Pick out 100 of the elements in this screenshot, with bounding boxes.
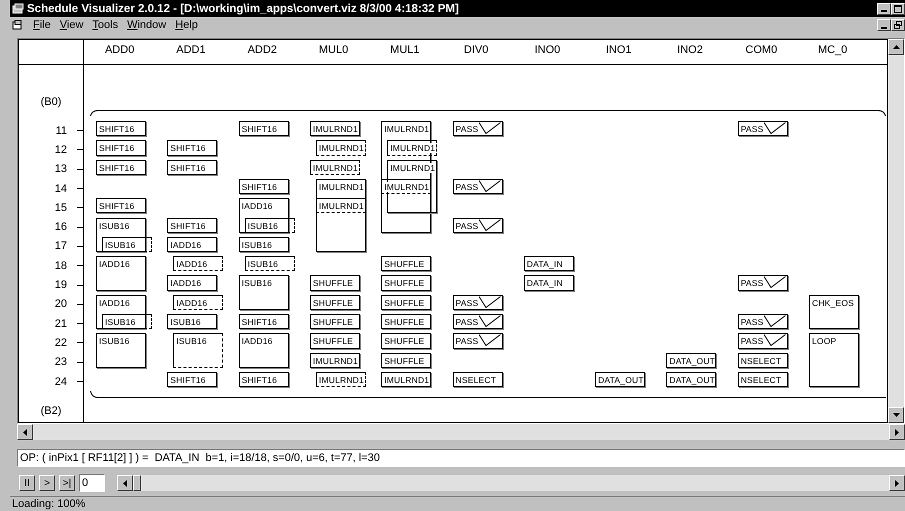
- operation-node[interactable]: SHIFT16: [238, 372, 289, 388]
- operation-node[interactable]: SHUFFLE: [381, 294, 432, 310]
- operation-node[interactable]: SHIFT16: [167, 160, 218, 175]
- maximize-button[interactable]: [891, 2, 905, 14]
- step-button[interactable]: >|: [59, 475, 75, 491]
- operation-node[interactable]: SHIFT16: [96, 198, 146, 214]
- operation-field[interactable]: OP: ( inPix1 [ RF11[2] ] ) = DATA_IN b=1, i=18/18, s=0/0, u=6, t=77, l=30: [17, 449, 905, 467]
- pass-node[interactable]: PASS: [452, 178, 502, 194]
- pause-button[interactable]: II: [19, 475, 35, 491]
- operation-node[interactable]: IMULRND1: [316, 372, 366, 388]
- row-label: 20: [54, 298, 67, 310]
- timeline-slider[interactable]: [117, 475, 905, 491]
- scroll-down-button[interactable]: [888, 407, 904, 423]
- operation-node[interactable]: IMULRND1: [381, 178, 432, 194]
- operation-node[interactable]: IADD16: [238, 333, 289, 368]
- operation-node[interactable]: ISUB16: [244, 218, 295, 233]
- operation-node[interactable]: ISUB16: [102, 314, 152, 330]
- operation-node[interactable]: SHUFFLE: [310, 275, 360, 291]
- operation-node[interactable]: SHIFT16: [96, 140, 146, 156]
- operation-node[interactable]: ISUB16: [173, 333, 224, 368]
- operation-node[interactable]: SHUFFLE: [310, 314, 360, 330]
- operation-node[interactable]: IMULRND1: [310, 352, 360, 368]
- menu-item[interactable]: Help: [175, 19, 198, 31]
- menu-item[interactable]: Window: [127, 19, 166, 31]
- minimize-button[interactable]: [877, 2, 891, 14]
- pass-node[interactable]: PASS: [452, 294, 502, 310]
- operation-node[interactable]: IADD16: [173, 294, 224, 310]
- pass-node[interactable]: PASS: [738, 314, 788, 330]
- operation-node[interactable]: IADD16: [173, 256, 224, 272]
- operation-node[interactable]: SHIFT16: [167, 140, 218, 156]
- pass-node[interactable]: PASS: [452, 218, 502, 233]
- operation-node[interactable]: IMULRND1: [381, 372, 432, 388]
- operation-node[interactable]: IMULRND1: [387, 140, 438, 156]
- operation-node[interactable]: ISUB16: [167, 314, 218, 330]
- column-header: ADD0: [104, 43, 136, 58]
- operation-node[interactable]: SHIFT16: [238, 314, 289, 330]
- operation-node[interactable]: SHUFFLE: [381, 314, 432, 330]
- operation-label: IADD16: [176, 298, 208, 308]
- operation-node[interactable]: SHIFT16: [167, 372, 218, 388]
- operation-node[interactable]: ISUB16: [96, 333, 146, 368]
- operation-node[interactable]: CHK_EOS: [809, 294, 859, 330]
- operation-node[interactable]: NSELECT: [738, 352, 788, 368]
- column-header: DIV0: [462, 43, 490, 58]
- frame-field[interactable]: 0: [79, 474, 105, 492]
- vertical-scrollbar[interactable]: [888, 39, 904, 423]
- operation-node[interactable]: SHUFFLE: [381, 352, 432, 368]
- pass-node[interactable]: PASS: [452, 121, 502, 136]
- operation-label: ISUB16: [99, 336, 130, 346]
- operation-node[interactable]: IMULRND1: [310, 121, 360, 136]
- operation-node[interactable]: DATA_IN: [524, 256, 574, 272]
- operation-node[interactable]: IMULRND1: [310, 160, 360, 175]
- operation-label: PASS: [740, 278, 764, 288]
- operation-label: PASS: [456, 220, 478, 230]
- operation-node[interactable]: SHUFFLE: [310, 294, 360, 310]
- slider-thumb[interactable]: [133, 475, 141, 491]
- scroll-left-button[interactable]: [17, 424, 33, 440]
- document-icon[interactable]: [12, 20, 24, 30]
- pass-node[interactable]: PASS: [738, 333, 788, 349]
- operation-node[interactable]: DATA_OUT: [666, 372, 716, 388]
- operation-node[interactable]: SHUFFLE: [310, 333, 360, 349]
- up-arrow-icon: [892, 45, 900, 49]
- menu-item[interactable]: Tools: [92, 19, 118, 31]
- operation-node[interactable]: IADD16: [167, 275, 218, 291]
- operation-node[interactable]: SHIFT16: [238, 178, 289, 194]
- operation-node[interactable]: NSELECT: [738, 372, 788, 388]
- operation-node[interactable]: DATA_OUT: [666, 352, 716, 368]
- operation-node[interactable]: SHIFT16: [96, 160, 146, 175]
- operation-node[interactable]: SHUFFLE: [381, 333, 432, 349]
- scroll-right-button[interactable]: [889, 424, 905, 440]
- pass-node[interactable]: PASS: [452, 333, 502, 349]
- operation-node[interactable]: ISUB16: [238, 275, 289, 310]
- operation-node[interactable]: IMULRND1: [316, 198, 366, 214]
- operation-node[interactable]: DATA_OUT: [595, 372, 646, 388]
- operation-node[interactable]: SHIFT16: [96, 121, 146, 136]
- menu-item[interactable]: View: [60, 19, 84, 31]
- menu-item[interactable]: File: [33, 19, 51, 31]
- operation-node[interactable]: ISUB16: [244, 256, 295, 272]
- operation-label: IADD16: [170, 278, 202, 288]
- operation-node[interactable]: SHIFT16: [167, 218, 218, 233]
- minimize-button[interactable]: [877, 19, 891, 31]
- operation-node[interactable]: DATA_IN: [524, 275, 574, 291]
- operation-node[interactable]: ISUB16: [102, 236, 152, 252]
- play-button[interactable]: >: [39, 475, 55, 491]
- scroll-up-button[interactable]: [888, 39, 904, 55]
- operation-node[interactable]: SHUFFLE: [381, 275, 432, 291]
- operation-node[interactable]: NSELECT: [452, 372, 502, 388]
- operation-node[interactable]: SHUFFLE: [381, 256, 432, 272]
- operation-node[interactable]: IADD16: [96, 256, 146, 291]
- operation-node[interactable]: ISUB16: [238, 236, 289, 252]
- pass-node[interactable]: PASS: [738, 275, 788, 291]
- operation-node[interactable]: SHIFT16: [238, 121, 289, 136]
- scroll-right-button[interactable]: [889, 475, 905, 491]
- restore-button[interactable]: [891, 19, 905, 31]
- operation-node[interactable]: LOOP: [809, 333, 859, 388]
- horizontal-scrollbar[interactable]: [17, 424, 905, 440]
- operation-node[interactable]: IMULRND1: [316, 140, 366, 156]
- operation-node[interactable]: IADD16: [167, 236, 218, 252]
- pass-node[interactable]: PASS: [452, 314, 502, 330]
- scroll-left-button[interactable]: [117, 475, 133, 491]
- pass-node[interactable]: PASS: [738, 121, 788, 136]
